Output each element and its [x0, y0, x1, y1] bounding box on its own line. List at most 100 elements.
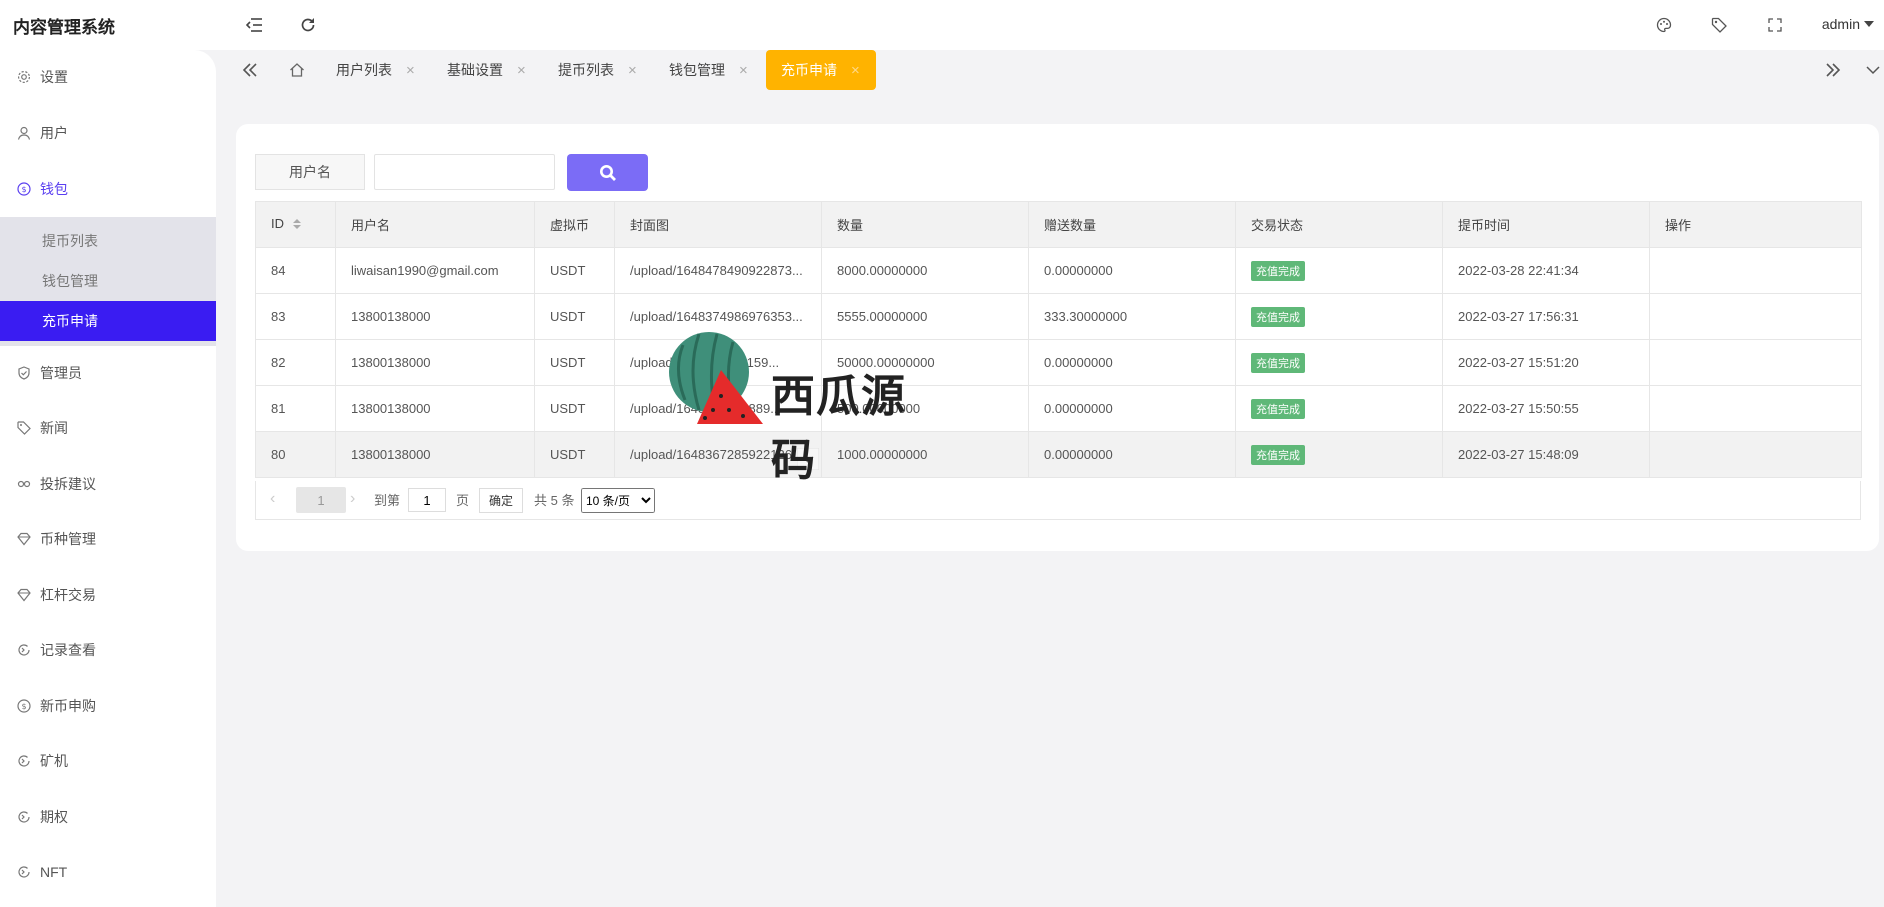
column-header-id[interactable]: ID: [255, 201, 336, 248]
sidebar-item-records[interactable]: 记录查看: [0, 630, 216, 670]
sidebar-item-settings[interactable]: 设置: [0, 57, 216, 97]
cell-amount: 500.00000000: [821, 385, 1029, 432]
pagination: ‹ 1 › 到第 页 确定 共 5 条 10 条/页: [255, 481, 1861, 520]
username-input[interactable]: [374, 154, 555, 190]
column-header-bonus: 赠送数量: [1028, 201, 1236, 248]
double-chevron-right-icon[interactable]: [1821, 58, 1845, 82]
sidebar-item-currency[interactable]: 币种管理: [0, 519, 216, 559]
cell-expand-icon[interactable]: [796, 447, 820, 471]
cell-cover: /upload/1648478490922873...: [614, 247, 822, 294]
sidebar-item-wallet[interactable]: $ 钱包: [0, 169, 216, 209]
close-icon[interactable]: ×: [851, 62, 860, 79]
sidebar-item-label: 期权: [40, 809, 68, 825]
cell-id: 83: [255, 293, 336, 340]
sidebar-item-suggestions[interactable]: 投拆建议: [0, 464, 216, 504]
cell-amount: 50000.00000000: [821, 339, 1029, 386]
cell-bonus: 0.00000000: [1028, 385, 1236, 432]
refresh-icon[interactable]: [297, 14, 319, 36]
cell-coin: USDT: [534, 385, 615, 432]
sidebar-item-label: NFT: [40, 864, 68, 880]
sidebar-item-miner[interactable]: 矿机: [0, 741, 216, 781]
table-row: 82 13800138000 USDT /upload/164836851115…: [255, 339, 1862, 386]
next-page-icon[interactable]: ›: [350, 490, 355, 508]
tab-label: 用户列表: [336, 62, 392, 78]
fullscreen-icon[interactable]: [1764, 14, 1786, 36]
circle-arrow-icon: [17, 810, 31, 824]
cell-actions: [1649, 247, 1862, 294]
sidebar-item-users[interactable]: 用户: [0, 113, 216, 153]
cell-time: 2022-03-27 15:51:20: [1442, 339, 1650, 386]
goto-confirm-button[interactable]: 确定: [479, 488, 523, 513]
cell-status: 充值完成: [1235, 247, 1443, 294]
tab-label: 充币申请: [781, 62, 837, 78]
sort-icon[interactable]: [292, 218, 302, 233]
tab-deposit-apply[interactable]: 充币申请 ×: [766, 50, 876, 90]
coin-icon: $: [17, 699, 31, 713]
tag-icon: [17, 421, 31, 435]
cell-id: 81: [255, 385, 336, 432]
user-icon: [17, 126, 31, 140]
user-menu[interactable]: admin: [1822, 16, 1874, 32]
sidebar-sub-wallet-manage[interactable]: 钱包管理: [0, 261, 216, 301]
sidebar-sub-deposit-apply[interactable]: 充币申请: [0, 301, 216, 341]
username-label: 用户名: [255, 154, 365, 190]
table-row: 83 13800138000 USDT /upload/164837498697…: [255, 293, 1862, 340]
tab-user-list[interactable]: 用户列表 ×: [336, 50, 415, 90]
cell-amount: 5555.00000000: [821, 293, 1029, 340]
double-chevron-left-icon[interactable]: [238, 58, 262, 82]
cell-id: 80: [255, 431, 336, 478]
menu-collapse-icon[interactable]: [243, 14, 265, 36]
table-row: 84 liwaisan1990@gmail.com USDT /upload/1…: [255, 247, 1862, 294]
cell-bonus: 0.00000000: [1028, 247, 1236, 294]
cell-cover: /upload/1648374986976353...: [614, 293, 822, 340]
sidebar-item-leverage[interactable]: 杠杆交易: [0, 575, 216, 615]
cell-status: 充值完成: [1235, 293, 1443, 340]
wallet-submenu: 提币列表 钱包管理 充币申请: [0, 217, 216, 346]
goto-label: 到第: [374, 493, 401, 508]
search-icon: [599, 164, 616, 181]
circle-arrow-icon: [17, 865, 31, 879]
close-icon[interactable]: ×: [406, 62, 415, 79]
tab-bar: 用户列表 × 基础设置 × 提币列表 × 钱包管理 × 充币申请 ×: [216, 50, 1884, 90]
sidebar-item-label: 新闻: [40, 420, 68, 436]
page-size-select[interactable]: 10 条/页: [581, 488, 655, 513]
column-header-status: 交易状态: [1235, 201, 1443, 248]
close-icon[interactable]: ×: [628, 62, 637, 79]
close-icon[interactable]: ×: [739, 62, 748, 79]
cell-bonus: 0.00000000: [1028, 339, 1236, 386]
search-button[interactable]: [567, 154, 648, 191]
tag-icon[interactable]: [1708, 14, 1730, 36]
tab-basic-settings[interactable]: 基础设置 ×: [447, 50, 526, 90]
shield-check-icon: [17, 366, 31, 380]
sidebar-item-admin[interactable]: 管理员: [0, 353, 216, 393]
home-icon[interactable]: [285, 58, 309, 82]
prev-page-icon[interactable]: ‹: [270, 490, 275, 508]
current-page[interactable]: 1: [296, 487, 346, 513]
chevron-down-icon[interactable]: [1863, 58, 1883, 82]
status-badge: 充值完成: [1251, 352, 1305, 373]
diamond-icon: [17, 532, 31, 546]
column-header-amount: 数量: [821, 201, 1029, 248]
sidebar-item-options[interactable]: 期权: [0, 797, 216, 837]
tab-wallet-manage[interactable]: 钱包管理 ×: [669, 50, 748, 90]
cell-status: 充值完成: [1235, 339, 1443, 386]
user-name: admin: [1821, 16, 1860, 32]
cell-coin: USDT: [534, 293, 615, 340]
cell-amount: 8000.00000000: [821, 247, 1029, 294]
sidebar-item-label: 杠杆交易: [40, 587, 96, 603]
sidebar-item-nft[interactable]: NFT: [0, 852, 216, 892]
goto-page-input[interactable]: [408, 488, 446, 512]
sidebar-item-news[interactable]: 新闻: [0, 408, 216, 448]
cell-status: 充值完成: [1235, 385, 1443, 432]
sidebar-item-new-coin[interactable]: $ 新币申购: [0, 686, 216, 726]
theme-palette-icon[interactable]: [1653, 14, 1675, 36]
close-icon[interactable]: ×: [517, 62, 526, 79]
cell-amount: 1000.00000000: [821, 431, 1029, 478]
tab-label: 基础设置: [447, 62, 503, 78]
cell-cover: /upload/1648368511159...: [614, 339, 822, 386]
tab-withdraw-list[interactable]: 提币列表 ×: [558, 50, 637, 90]
sidebar-sub-withdraw-list[interactable]: 提币列表: [0, 221, 216, 261]
chevron-down-icon: [1864, 21, 1874, 27]
table-row: 80 13800138000 USDT /upload/164836728592…: [255, 431, 1862, 478]
cell-bonus: 333.30000000: [1028, 293, 1236, 340]
